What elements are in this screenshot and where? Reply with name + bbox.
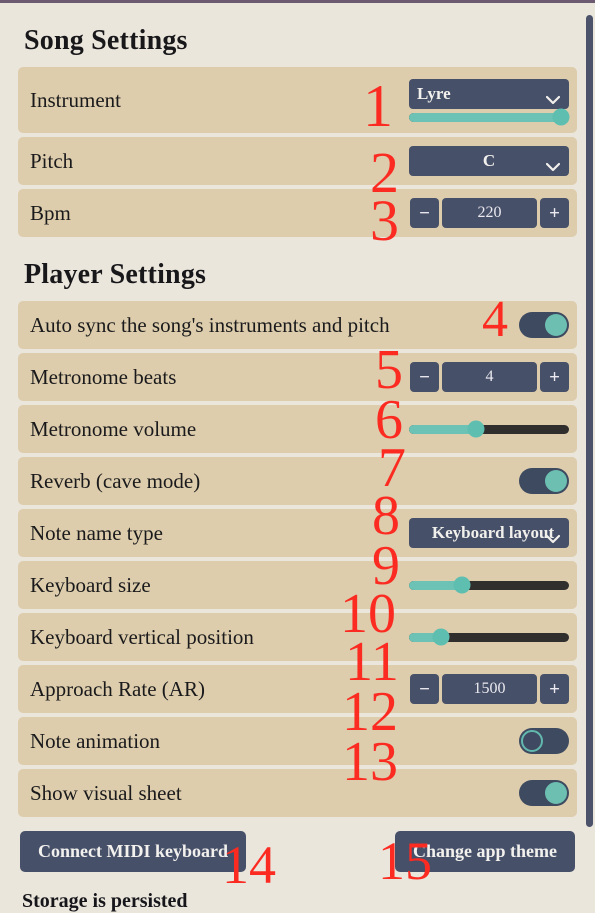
chevron-down-icon xyxy=(545,89,561,104)
setting-label-instrument: Instrument xyxy=(30,87,121,112)
song-settings-heading: Song Settings xyxy=(24,25,188,56)
connect-midi-keyboard-button[interactable]: Connect MIDI keyboard xyxy=(20,831,247,872)
setting-label-note-animation: Note animation xyxy=(30,728,161,753)
setting-row-instrument: Instrument Lyre xyxy=(18,67,577,133)
metronome-beats-value[interactable]: 4 xyxy=(442,362,537,392)
keyboard-size-slider[interactable] xyxy=(409,576,569,594)
pitch-select-value: C xyxy=(482,151,496,170)
toggle-knob xyxy=(545,314,567,336)
pitch-select[interactable]: C xyxy=(409,146,569,176)
footer-button-row: Connect MIDI keyboard Change app theme xyxy=(18,831,577,872)
change-app-theme-button[interactable]: Change app theme xyxy=(394,831,575,872)
setting-label-pitch: Pitch xyxy=(30,148,74,173)
toggle-knob xyxy=(545,782,567,804)
auto-sync-controls xyxy=(519,312,569,338)
setting-row-keyboard-vertical-position: Keyboard vertical position xyxy=(18,613,577,661)
reverb-toggle[interactable] xyxy=(519,468,569,494)
instrument-select-value: Lyre xyxy=(417,83,451,103)
metronome-volume-controls xyxy=(409,420,569,438)
pitch-controls: C xyxy=(409,146,569,176)
show-visual-sheet-toggle[interactable] xyxy=(519,780,569,806)
slider-thumb[interactable] xyxy=(432,628,450,646)
chevron-down-icon xyxy=(545,157,561,172)
approach-rate-stepper: − 1500 + xyxy=(410,674,569,704)
slider-fill xyxy=(409,424,477,434)
setting-row-auto-sync: Auto sync the song's instruments and pit… xyxy=(18,301,577,349)
slider-fill xyxy=(409,112,561,122)
instrument-select[interactable]: Lyre xyxy=(409,78,569,109)
setting-label-keyboard-size: Keyboard size xyxy=(30,572,151,597)
setting-label-show-visual-sheet: Show visual sheet xyxy=(30,780,182,805)
bpm-value[interactable]: 220 xyxy=(442,198,537,228)
toggle-knob xyxy=(521,730,543,752)
settings-panel: Song Settings Instrument Lyre Pitch C Bp… xyxy=(0,3,595,912)
note-name-type-select-value: Keyboard layout xyxy=(431,523,555,542)
setting-label-metronome-volume: Metronome volume xyxy=(30,416,197,441)
bpm-increment-button[interactable]: + xyxy=(540,198,569,228)
keyboard-vertical-position-slider[interactable] xyxy=(409,628,569,646)
reverb-controls xyxy=(519,468,569,494)
approach-rate-increment-button[interactable]: + xyxy=(540,674,569,704)
setting-label-note-name-type: Note name type xyxy=(30,520,163,545)
setting-row-bpm: Bpm − 220 + xyxy=(18,189,577,237)
setting-row-show-visual-sheet: Show visual sheet xyxy=(18,769,577,817)
note-name-type-controls: Keyboard layout xyxy=(409,518,569,548)
setting-label-auto-sync: Auto sync the song's instruments and pit… xyxy=(30,312,390,337)
setting-row-approach-rate: Approach Rate (AR) − 1500 + xyxy=(18,665,577,713)
metronome-beats-stepper: − 4 + xyxy=(410,362,569,392)
setting-label-reverb: Reverb (cave mode) xyxy=(30,468,201,493)
setting-label-keyboard-vertical-position: Keyboard vertical position xyxy=(30,624,254,649)
slider-thumb[interactable] xyxy=(552,108,570,126)
approach-rate-value[interactable]: 1500 xyxy=(442,674,537,704)
slider-thumb[interactable] xyxy=(453,576,471,594)
bpm-decrement-button[interactable]: − xyxy=(410,198,439,228)
instrument-volume-slider[interactable] xyxy=(409,108,570,126)
player-settings-heading: Player Settings xyxy=(24,259,207,290)
setting-row-metronome-beats: Metronome beats − 4 + xyxy=(18,353,577,401)
bpm-controls: − 220 + xyxy=(410,198,569,228)
approach-rate-controls: − 1500 + xyxy=(410,674,569,704)
toggle-knob xyxy=(545,470,567,492)
setting-row-note-animation: Note animation xyxy=(18,717,577,765)
metronome-beats-controls: − 4 + xyxy=(410,362,569,392)
setting-label-bpm: Bpm xyxy=(30,200,71,225)
setting-label-metronome-beats: Metronome beats xyxy=(30,364,177,389)
show-visual-sheet-controls xyxy=(519,780,569,806)
keyboard-vertical-position-controls xyxy=(409,628,569,646)
keyboard-size-controls xyxy=(409,576,569,594)
note-name-type-select[interactable]: Keyboard layout xyxy=(409,518,569,548)
approach-rate-decrement-button[interactable]: − xyxy=(410,674,439,704)
note-animation-toggle[interactable] xyxy=(519,728,569,754)
metronome-beats-decrement-button[interactable]: − xyxy=(410,362,439,392)
setting-row-reverb: Reverb (cave mode) xyxy=(18,457,577,505)
setting-label-approach-rate: Approach Rate (AR) xyxy=(30,676,205,701)
setting-row-note-name-type: Note name type Keyboard layout xyxy=(18,509,577,557)
metronome-beats-increment-button[interactable]: + xyxy=(540,362,569,392)
setting-row-pitch: Pitch C xyxy=(18,137,577,185)
scrollbar-thumb[interactable] xyxy=(586,15,593,827)
note-animation-controls xyxy=(519,728,569,754)
setting-row-keyboard-size: Keyboard size xyxy=(18,561,577,609)
slider-thumb[interactable] xyxy=(467,420,485,438)
bpm-stepper: − 220 + xyxy=(410,198,569,228)
auto-sync-toggle[interactable] xyxy=(519,312,569,338)
setting-row-metronome-volume: Metronome volume xyxy=(18,405,577,453)
chevron-down-icon xyxy=(545,529,561,544)
instrument-controls: Lyre xyxy=(409,78,570,126)
metronome-volume-slider[interactable] xyxy=(409,420,569,438)
